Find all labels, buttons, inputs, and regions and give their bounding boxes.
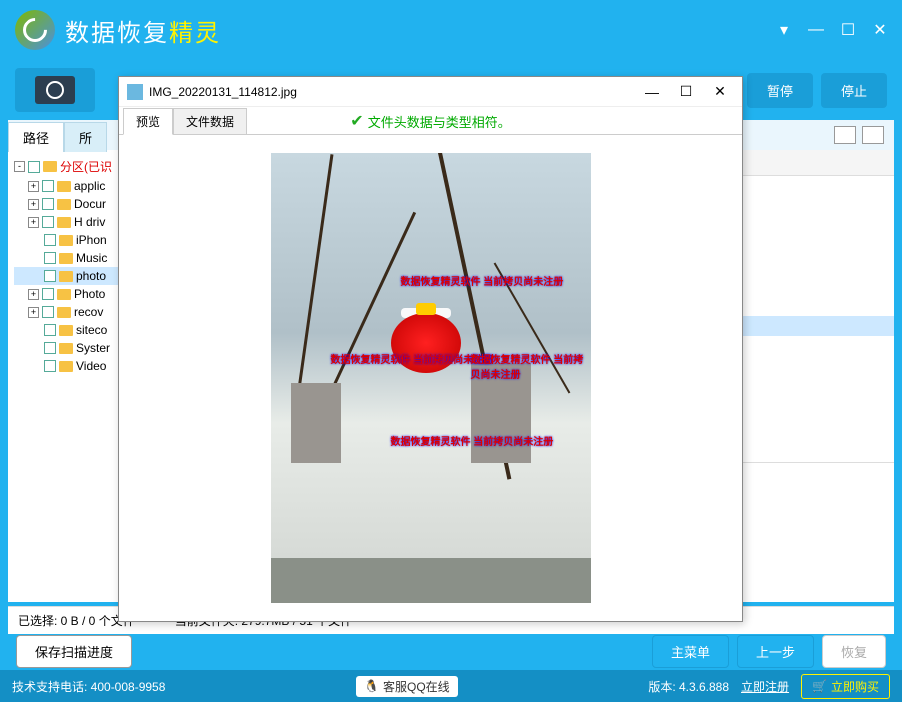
close-button[interactable]: ✕	[873, 23, 887, 37]
app-title: 数据恢复精灵	[65, 13, 221, 48]
qq-support-button[interactable]: 🐧客服QQ在线	[356, 676, 458, 697]
preview-tab-image[interactable]: 预览	[123, 108, 173, 135]
app-logo	[15, 10, 55, 50]
list-view-icon[interactable]	[862, 126, 884, 144]
preview-status: ✔文件头数据与类型相符。	[350, 111, 510, 131]
preview-image: 数据恢复精灵软件 当前拷贝尚未注册 数据恢复精灵软件 当前拷贝尚未注册 数据恢复…	[271, 153, 591, 603]
file-icon	[127, 84, 143, 100]
buy-button[interactable]: 🛒立即购买	[801, 674, 890, 699]
minimize-button[interactable]: —	[809, 23, 823, 37]
watermark-text: 数据恢复精灵软件 当前拷贝尚未注册	[401, 273, 564, 288]
scan-device-icon[interactable]	[15, 68, 95, 112]
preview-tab-filedata[interactable]: 文件数据	[173, 108, 247, 134]
preview-dialog: IMG_20220131_114812.jpg — ☐ ✕ 预览 文件数据 ✔文…	[118, 76, 743, 622]
pause-button[interactable]: 暂停	[747, 73, 813, 108]
preview-close-button[interactable]: ✕	[706, 82, 734, 102]
save-progress-button[interactable]: 保存扫描进度	[16, 635, 132, 668]
tab-path[interactable]: 路径	[8, 122, 64, 152]
recover-button: 恢复	[822, 635, 886, 668]
support-phone: 技术支持电话: 400-008-9958	[12, 678, 165, 695]
grid-view-icon[interactable]	[834, 126, 856, 144]
stop-button[interactable]: 停止	[821, 73, 887, 108]
version-label: 版本: 4.3.6.888	[648, 678, 729, 695]
preview-maximize-button[interactable]: ☐	[672, 82, 700, 102]
preview-minimize-button[interactable]: —	[638, 82, 666, 102]
maximize-button[interactable]: ☐	[841, 23, 855, 37]
previous-button[interactable]: 上一步	[737, 635, 814, 668]
tab-all[interactable]: 所	[64, 122, 107, 152]
main-menu-button[interactable]: 主菜单	[652, 635, 729, 668]
preview-filename: IMG_20220131_114812.jpg	[149, 85, 297, 99]
check-icon: ✔	[350, 111, 363, 131]
dropdown-icon[interactable]: ▾	[777, 23, 791, 37]
register-link[interactable]: 立即注册	[741, 678, 789, 695]
